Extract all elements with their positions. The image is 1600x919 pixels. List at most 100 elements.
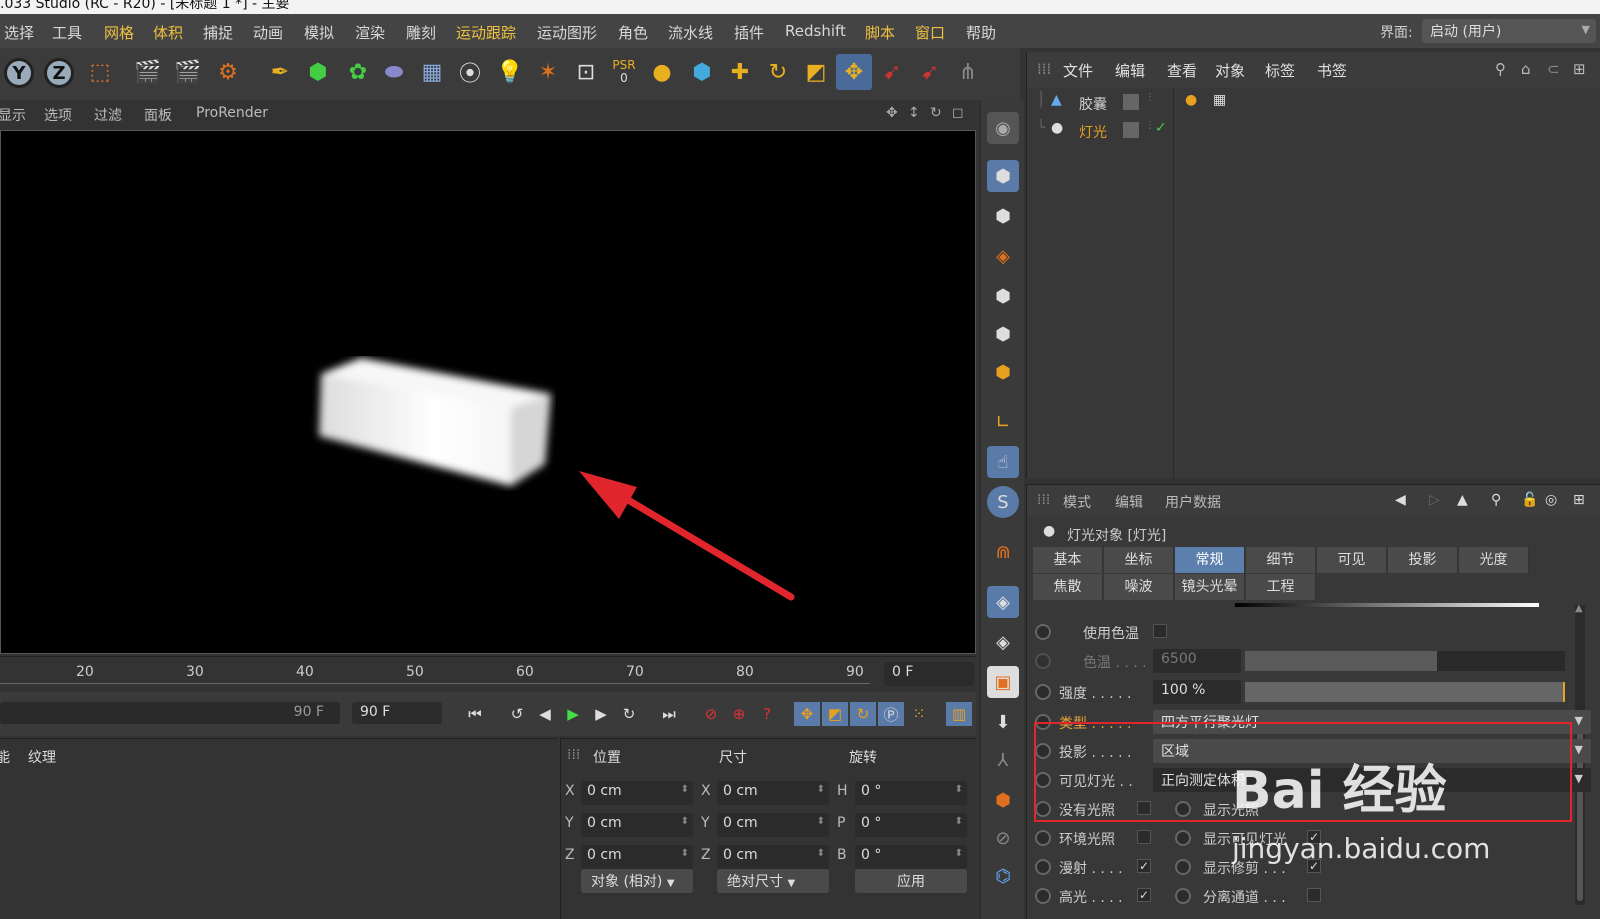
- generator-icon[interactable]: ✿: [340, 54, 376, 90]
- texture-mode-icon[interactable]: ⬢: [987, 200, 1019, 232]
- render-settings-icon[interactable]: ⚙: [210, 54, 246, 90]
- color-gradient-bar[interactable]: [1235, 603, 1539, 607]
- checkmark-icon[interactable]: ✓: [1155, 120, 1167, 136]
- om-menu-tags[interactable]: 标签: [1265, 60, 1295, 81]
- move-tool-icon[interactable]: ✚: [722, 54, 758, 90]
- select-tool-icon[interactable]: ➹: [874, 54, 910, 90]
- target-icon[interactable]: ◎: [1545, 492, 1557, 508]
- menu-character[interactable]: 角色: [618, 22, 648, 43]
- menu-animate[interactable]: 动画: [253, 22, 283, 43]
- camera-icon[interactable]: ⦿: [452, 54, 488, 90]
- temperature-field[interactable]: 6500: [1153, 649, 1241, 673]
- menu-select[interactable]: 选择: [4, 22, 34, 43]
- axis-z-lock-button[interactable]: Z: [44, 58, 74, 88]
- sketch-icon[interactable]: ⅄: [987, 744, 1019, 776]
- disabled-tool-icon[interactable]: ⊘: [987, 822, 1019, 854]
- animate-radio[interactable]: [1035, 830, 1051, 846]
- viewport-menu-options[interactable]: 选项: [44, 105, 72, 125]
- tab-visibility[interactable]: 可见: [1317, 547, 1387, 573]
- visibility-dots-icon[interactable]: ⋮: [1145, 92, 1155, 103]
- next-frame-icon[interactable]: ▶: [588, 702, 614, 726]
- viewport-menu-panel[interactable]: 面板: [144, 105, 172, 125]
- menu-script[interactable]: 脚本: [865, 22, 895, 43]
- om-menu-bookmarks[interactable]: 书签: [1317, 60, 1347, 81]
- animate-radio[interactable]: [1035, 624, 1051, 640]
- tab-general[interactable]: 常规: [1175, 547, 1245, 573]
- viewport-menu-prorender[interactable]: ProRender: [196, 105, 268, 121]
- tab-caustics[interactable]: 焦散: [1033, 574, 1103, 600]
- home-icon[interactable]: ⌂: [1521, 60, 1531, 78]
- om-menu-edit[interactable]: 编辑: [1115, 60, 1145, 81]
- go-to-end-icon[interactable]: ⏭: [656, 702, 682, 726]
- new-panel-icon[interactable]: ⊞: [1573, 60, 1586, 78]
- rotate-tool-icon[interactable]: ↻: [760, 54, 796, 90]
- play-icon[interactable]: ▶: [560, 702, 586, 726]
- viewport-menu-filter[interactable]: 过滤: [94, 105, 122, 125]
- rot-b-field[interactable]: 0 ° ⬍: [855, 845, 967, 869]
- edit-render-icon[interactable]: ⊡: [568, 54, 604, 90]
- more-tools-icon[interactable]: ⋔: [950, 54, 986, 90]
- viewport-rotate-icon[interactable]: ↻: [930, 105, 942, 121]
- animate-radio[interactable]: [1175, 859, 1191, 875]
- scroll-up-icon[interactable]: ▲: [1575, 603, 1583, 614]
- viewport-solo-icon[interactable]: ▣: [987, 666, 1019, 698]
- solo-mode-icon[interactable]: S: [987, 486, 1019, 518]
- layer-toggle[interactable]: [1123, 122, 1139, 138]
- menu-snap[interactable]: 捕捉: [203, 22, 233, 43]
- search-icon[interactable]: ⚲: [1495, 60, 1506, 78]
- apply-button[interactable]: 应用: [855, 869, 967, 893]
- up-arrow-icon[interactable]: ▲: [1457, 492, 1468, 508]
- timeline-window-icon[interactable]: ▥: [946, 702, 972, 726]
- viewport-menu-display[interactable]: 显示: [0, 105, 26, 125]
- axis-swap-icon[interactable]: ●: [644, 54, 680, 90]
- object-mode-select[interactable]: 对象 (相对) ▼: [581, 869, 693, 893]
- separate-pass-checkbox[interactable]: [1307, 888, 1321, 902]
- size-mode-select[interactable]: 绝对尺寸 ▼: [717, 869, 829, 893]
- key-scale-icon[interactable]: ◩: [822, 702, 848, 726]
- end-frame-field[interactable]: 90 F: [352, 702, 442, 724]
- animate-radio[interactable]: [1035, 684, 1051, 700]
- temperature-slider[interactable]: [1245, 651, 1565, 671]
- axis-mode-icon[interactable]: ∟: [987, 406, 1019, 438]
- menu-redshift[interactable]: Redshift: [785, 22, 846, 40]
- new-panel-icon[interactable]: ⊞: [1573, 492, 1585, 508]
- size-x-field[interactable]: 0 cm ⬍: [717, 781, 829, 805]
- tab-details[interactable]: 细节: [1246, 547, 1316, 573]
- search-icon[interactable]: ⚲: [1491, 492, 1501, 508]
- viewport-zoom-icon[interactable]: ↕: [908, 105, 920, 121]
- psr-button[interactable]: PSR 0: [606, 54, 642, 90]
- animate-radio[interactable]: [1035, 653, 1051, 669]
- am-menu-edit[interactable]: 编辑: [1115, 492, 1143, 512]
- menu-render[interactable]: 渲染: [355, 22, 385, 43]
- workplane-mode-icon[interactable]: ◈: [987, 240, 1019, 272]
- make-editable-icon[interactable]: ◉: [987, 112, 1019, 144]
- pos-z-field[interactable]: 0 cm ⬍: [581, 845, 693, 869]
- live-selection-icon[interactable]: ⬢: [684, 54, 720, 90]
- coordinate-system-icon[interactable]: ⬚: [82, 54, 118, 90]
- animate-radio[interactable]: [1175, 888, 1191, 904]
- am-menu-mode[interactable]: 模式: [1063, 492, 1091, 512]
- scale-box-icon[interactable]: ◩: [798, 54, 834, 90]
- key-rotation-icon[interactable]: ↻: [850, 702, 876, 726]
- floor-icon[interactable]: ▦: [414, 54, 450, 90]
- menu-mesh[interactable]: 网格: [104, 22, 134, 43]
- material-tag-icon[interactable]: ●: [1185, 92, 1197, 108]
- pos-y-field[interactable]: 0 cm ⬍: [581, 813, 693, 837]
- move-active-icon[interactable]: ✥: [836, 54, 872, 90]
- animate-radio[interactable]: [1035, 859, 1051, 875]
- workplane-align-icon[interactable]: ◈: [987, 626, 1019, 658]
- python-icon[interactable]: ⌬: [987, 860, 1019, 892]
- key-parameter-icon[interactable]: Ⓟ: [878, 702, 904, 726]
- prev-key-icon[interactable]: ↺: [504, 702, 530, 726]
- 3d-viewport[interactable]: [0, 130, 976, 654]
- snap-magnet-icon[interactable]: ⋒: [987, 536, 1019, 568]
- rot-p-field[interactable]: 0 ° ⬍: [855, 813, 967, 837]
- menu-pipeline[interactable]: 流水线: [668, 22, 713, 43]
- animate-radio[interactable]: [1175, 830, 1191, 846]
- edge-mode-icon[interactable]: ⬢: [987, 318, 1019, 350]
- record-icon[interactable]: ⊘: [698, 702, 724, 726]
- point-mode-icon[interactable]: ⬢: [987, 280, 1019, 312]
- tab-noise[interactable]: 噪波: [1104, 574, 1174, 600]
- intensity-field[interactable]: 100 %: [1153, 680, 1241, 704]
- menu-volume[interactable]: 体积: [153, 22, 183, 43]
